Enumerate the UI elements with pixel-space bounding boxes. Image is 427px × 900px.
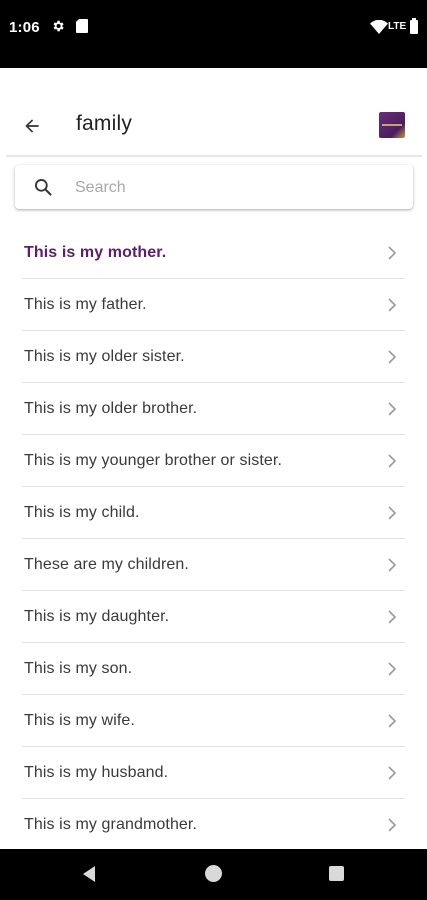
search-icon: [35, 179, 52, 196]
list-item[interactable]: This is my older sister.: [0, 331, 427, 383]
wifi-icon: [370, 20, 388, 34]
sd-card-icon: [76, 19, 88, 33]
battery-icon: [410, 18, 418, 34]
chevron-right-icon: [388, 558, 397, 572]
list-item[interactable]: This is my younger brother or sister.: [0, 435, 427, 487]
list-item[interactable]: This is my father.: [0, 279, 427, 331]
status-bar: 1:06 LTE: [0, 0, 427, 56]
network-type-label: LTE: [388, 21, 407, 32]
list-item-label: This is my wife.: [24, 712, 135, 729]
list-item-label: This is my older sister.: [24, 348, 185, 365]
arrow-left-icon: [25, 119, 39, 133]
list-item[interactable]: This is my daughter.: [0, 591, 427, 643]
search-input[interactable]: [73, 173, 397, 203]
list-item[interactable]: This is my mother.: [0, 227, 427, 279]
chevron-right-icon: [388, 454, 397, 468]
list-item-label: This is my child.: [24, 504, 140, 521]
chevron-right-icon: [388, 766, 397, 780]
chevron-right-icon: [388, 402, 397, 416]
list-item-label: This is my mother.: [24, 244, 167, 261]
list-item-label: This is my son.: [24, 660, 133, 677]
page-title: family: [76, 112, 133, 135]
phrase-list: This is my mother. This is my father. This…: [0, 227, 427, 851]
chevron-right-icon: [388, 610, 397, 624]
chevron-right-icon: [388, 298, 397, 312]
nav-recents-icon[interactable]: [329, 866, 344, 881]
list-item-label: This is my grandmother.: [24, 816, 198, 833]
nav-home-icon[interactable]: [205, 865, 222, 882]
list-item[interactable]: This is my grandmother.: [0, 799, 427, 851]
app-logo-icon: [379, 112, 405, 138]
list-item[interactable]: These are my children.: [0, 539, 427, 591]
list-item[interactable]: This is my wife.: [0, 695, 427, 747]
list-item[interactable]: This is my son.: [0, 643, 427, 695]
list-item[interactable]: This is my older brother.: [0, 383, 427, 435]
app-bar: family: [0, 68, 427, 156]
list-item-label: These are my children.: [24, 556, 189, 573]
list-item-label: This is my younger brother or sister.: [24, 452, 283, 469]
list-item-label: This is my father.: [24, 296, 147, 313]
status-bar-spacer: [0, 56, 427, 68]
list-item[interactable]: This is my child.: [0, 487, 427, 539]
chevron-right-icon: [388, 662, 397, 676]
list-item[interactable]: This is my husband.: [0, 747, 427, 799]
navigation-bar: [0, 849, 427, 900]
list-item-label: This is my husband.: [24, 764, 169, 781]
chevron-right-icon: [388, 350, 397, 364]
chevron-right-icon: [388, 714, 397, 728]
list-item-label: This is my older brother.: [24, 400, 198, 417]
nav-back-icon[interactable]: [80, 865, 98, 883]
chevron-right-icon: [388, 246, 397, 260]
chevron-right-icon: [388, 818, 397, 832]
search-box[interactable]: [15, 165, 413, 209]
chevron-right-icon: [388, 506, 397, 520]
gear-icon: [53, 20, 64, 32]
list-item-label: This is my daughter.: [24, 608, 170, 625]
back-button[interactable]: [18, 112, 46, 140]
app-bar-divider: [6, 155, 422, 157]
status-time: 1:06: [9, 19, 40, 36]
